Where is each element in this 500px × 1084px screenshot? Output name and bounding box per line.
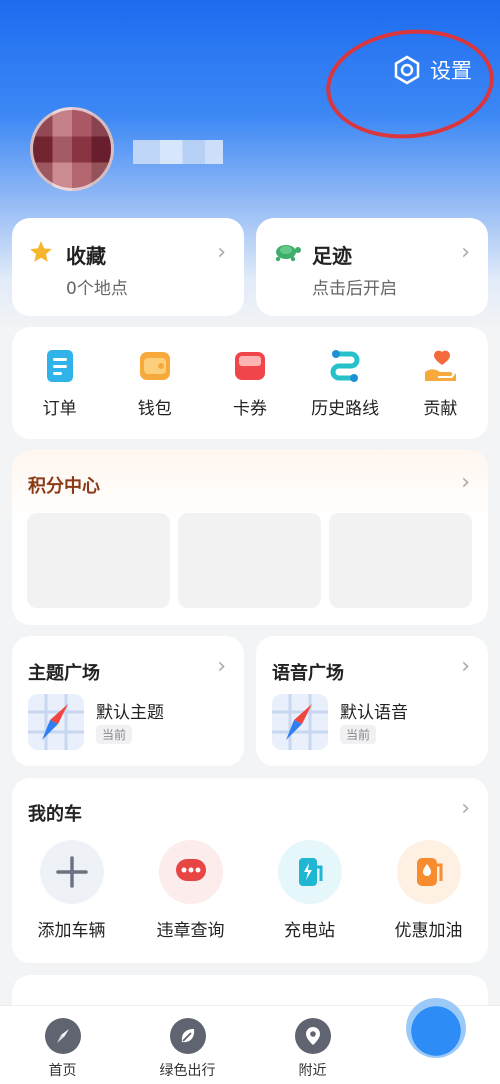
current-badge: 当前: [340, 725, 377, 744]
points-center-card[interactable]: 积分中心 ›: [12, 450, 488, 625]
add-vehicle-label: 添加车辆: [37, 921, 106, 941]
compass-map-icon: [272, 694, 328, 750]
compass-icon: [56, 1029, 69, 1043]
footprints-title: 足迹: [312, 244, 352, 268]
chevron-right-icon: ›: [217, 240, 226, 265]
chevron-right-icon: ›: [461, 470, 470, 495]
fuel-discount-button[interactable]: 优惠加油: [374, 840, 484, 941]
shortcut-contribution[interactable]: 贡献: [395, 348, 485, 419]
points-placeholder[interactable]: [178, 513, 321, 608]
chevron-right-icon: ›: [217, 654, 226, 679]
tab-nearby[interactable]: 附近: [263, 1018, 363, 1080]
tab-home[interactable]: 首页: [13, 1018, 113, 1080]
wallet-icon: [139, 351, 170, 380]
tab-green-travel[interactable]: 绿色出行: [138, 1018, 238, 1080]
shortcut-coupon[interactable]: 卡券: [205, 348, 295, 419]
fuel-icon: [416, 858, 442, 886]
violation-icon: [175, 859, 206, 881]
location-pin-icon: [305, 1027, 320, 1045]
chevron-right-icon: ›: [461, 654, 470, 679]
shortcut-order-label: 订单: [42, 398, 77, 419]
charging-station-button[interactable]: 充电站: [255, 840, 365, 941]
contribution-icon: [425, 350, 457, 381]
violation-query-button[interactable]: 违章查询: [136, 840, 246, 941]
points-placeholder[interactable]: [27, 513, 170, 608]
my-car-card: 我的车 › 添加车辆 违章查询 充电站 优惠加油: [12, 778, 488, 963]
order-icon: [46, 349, 73, 382]
chevron-right-icon[interactable]: ›: [461, 796, 470, 821]
voice-plaza-card[interactable]: 语音广场 › 默认语音 当前: [256, 636, 488, 766]
fuel-discount-label: 优惠加油: [394, 921, 463, 941]
add-icon: [55, 856, 88, 888]
shortcut-order[interactable]: 订单: [15, 348, 105, 419]
charging-station-label: 充电站: [284, 921, 335, 941]
avatar[interactable]: [30, 107, 114, 191]
tab-nearby-label: 附近: [298, 1063, 327, 1079]
floating-action-button[interactable]: [406, 998, 466, 1058]
shortcut-route-history-label: 历史路线: [311, 398, 380, 419]
points-center-title: 积分中心: [28, 476, 100, 497]
star-icon: [30, 241, 52, 262]
my-car-title: 我的车: [28, 804, 82, 825]
footprints-card[interactable]: 足迹 点击后开启 ›: [256, 218, 488, 316]
favorites-card[interactable]: 收藏 0个地点 ›: [12, 218, 244, 316]
tab-home-label: 首页: [48, 1063, 77, 1079]
points-placeholder[interactable]: [329, 513, 472, 608]
chevron-right-icon: ›: [461, 240, 470, 265]
tab-green-travel-label: 绿色出行: [159, 1063, 216, 1079]
footprints-subtitle: 点击后开启: [312, 279, 397, 299]
shortcut-wallet-label: 钱包: [137, 398, 172, 419]
voice-plaza-title: 语音广场: [272, 663, 344, 684]
shortcut-row: 订单 钱包 卡券 历史路线 贡献: [12, 327, 488, 439]
theme-name: 默认主题: [96, 703, 164, 723]
violation-query-label: 违章查询: [156, 921, 225, 941]
add-vehicle-button[interactable]: 添加车辆: [17, 840, 127, 941]
username-blurred[interactable]: [133, 140, 223, 164]
turtle-icon: [275, 245, 301, 262]
shortcut-contribution-label: 贡献: [423, 398, 458, 419]
theme-plaza-card[interactable]: 主题广场 › 默认主题 当前: [12, 636, 244, 766]
compass-map-icon: [28, 694, 84, 750]
charging-station-icon: [298, 858, 322, 886]
shortcut-route-history[interactable]: 历史路线: [300, 348, 390, 419]
theme-plaza-title: 主题广场: [28, 663, 100, 684]
voice-name: 默认语音: [340, 703, 408, 723]
favorites-title: 收藏: [66, 244, 106, 268]
route-history-icon: [330, 349, 360, 382]
leaf-icon: [181, 1029, 194, 1043]
coupon-icon: [234, 351, 265, 380]
current-badge: 当前: [96, 725, 133, 744]
favorites-subtitle: 0个地点: [66, 279, 128, 299]
shortcut-coupon-label: 卡券: [232, 398, 267, 419]
shortcut-wallet[interactable]: 钱包: [110, 348, 200, 419]
